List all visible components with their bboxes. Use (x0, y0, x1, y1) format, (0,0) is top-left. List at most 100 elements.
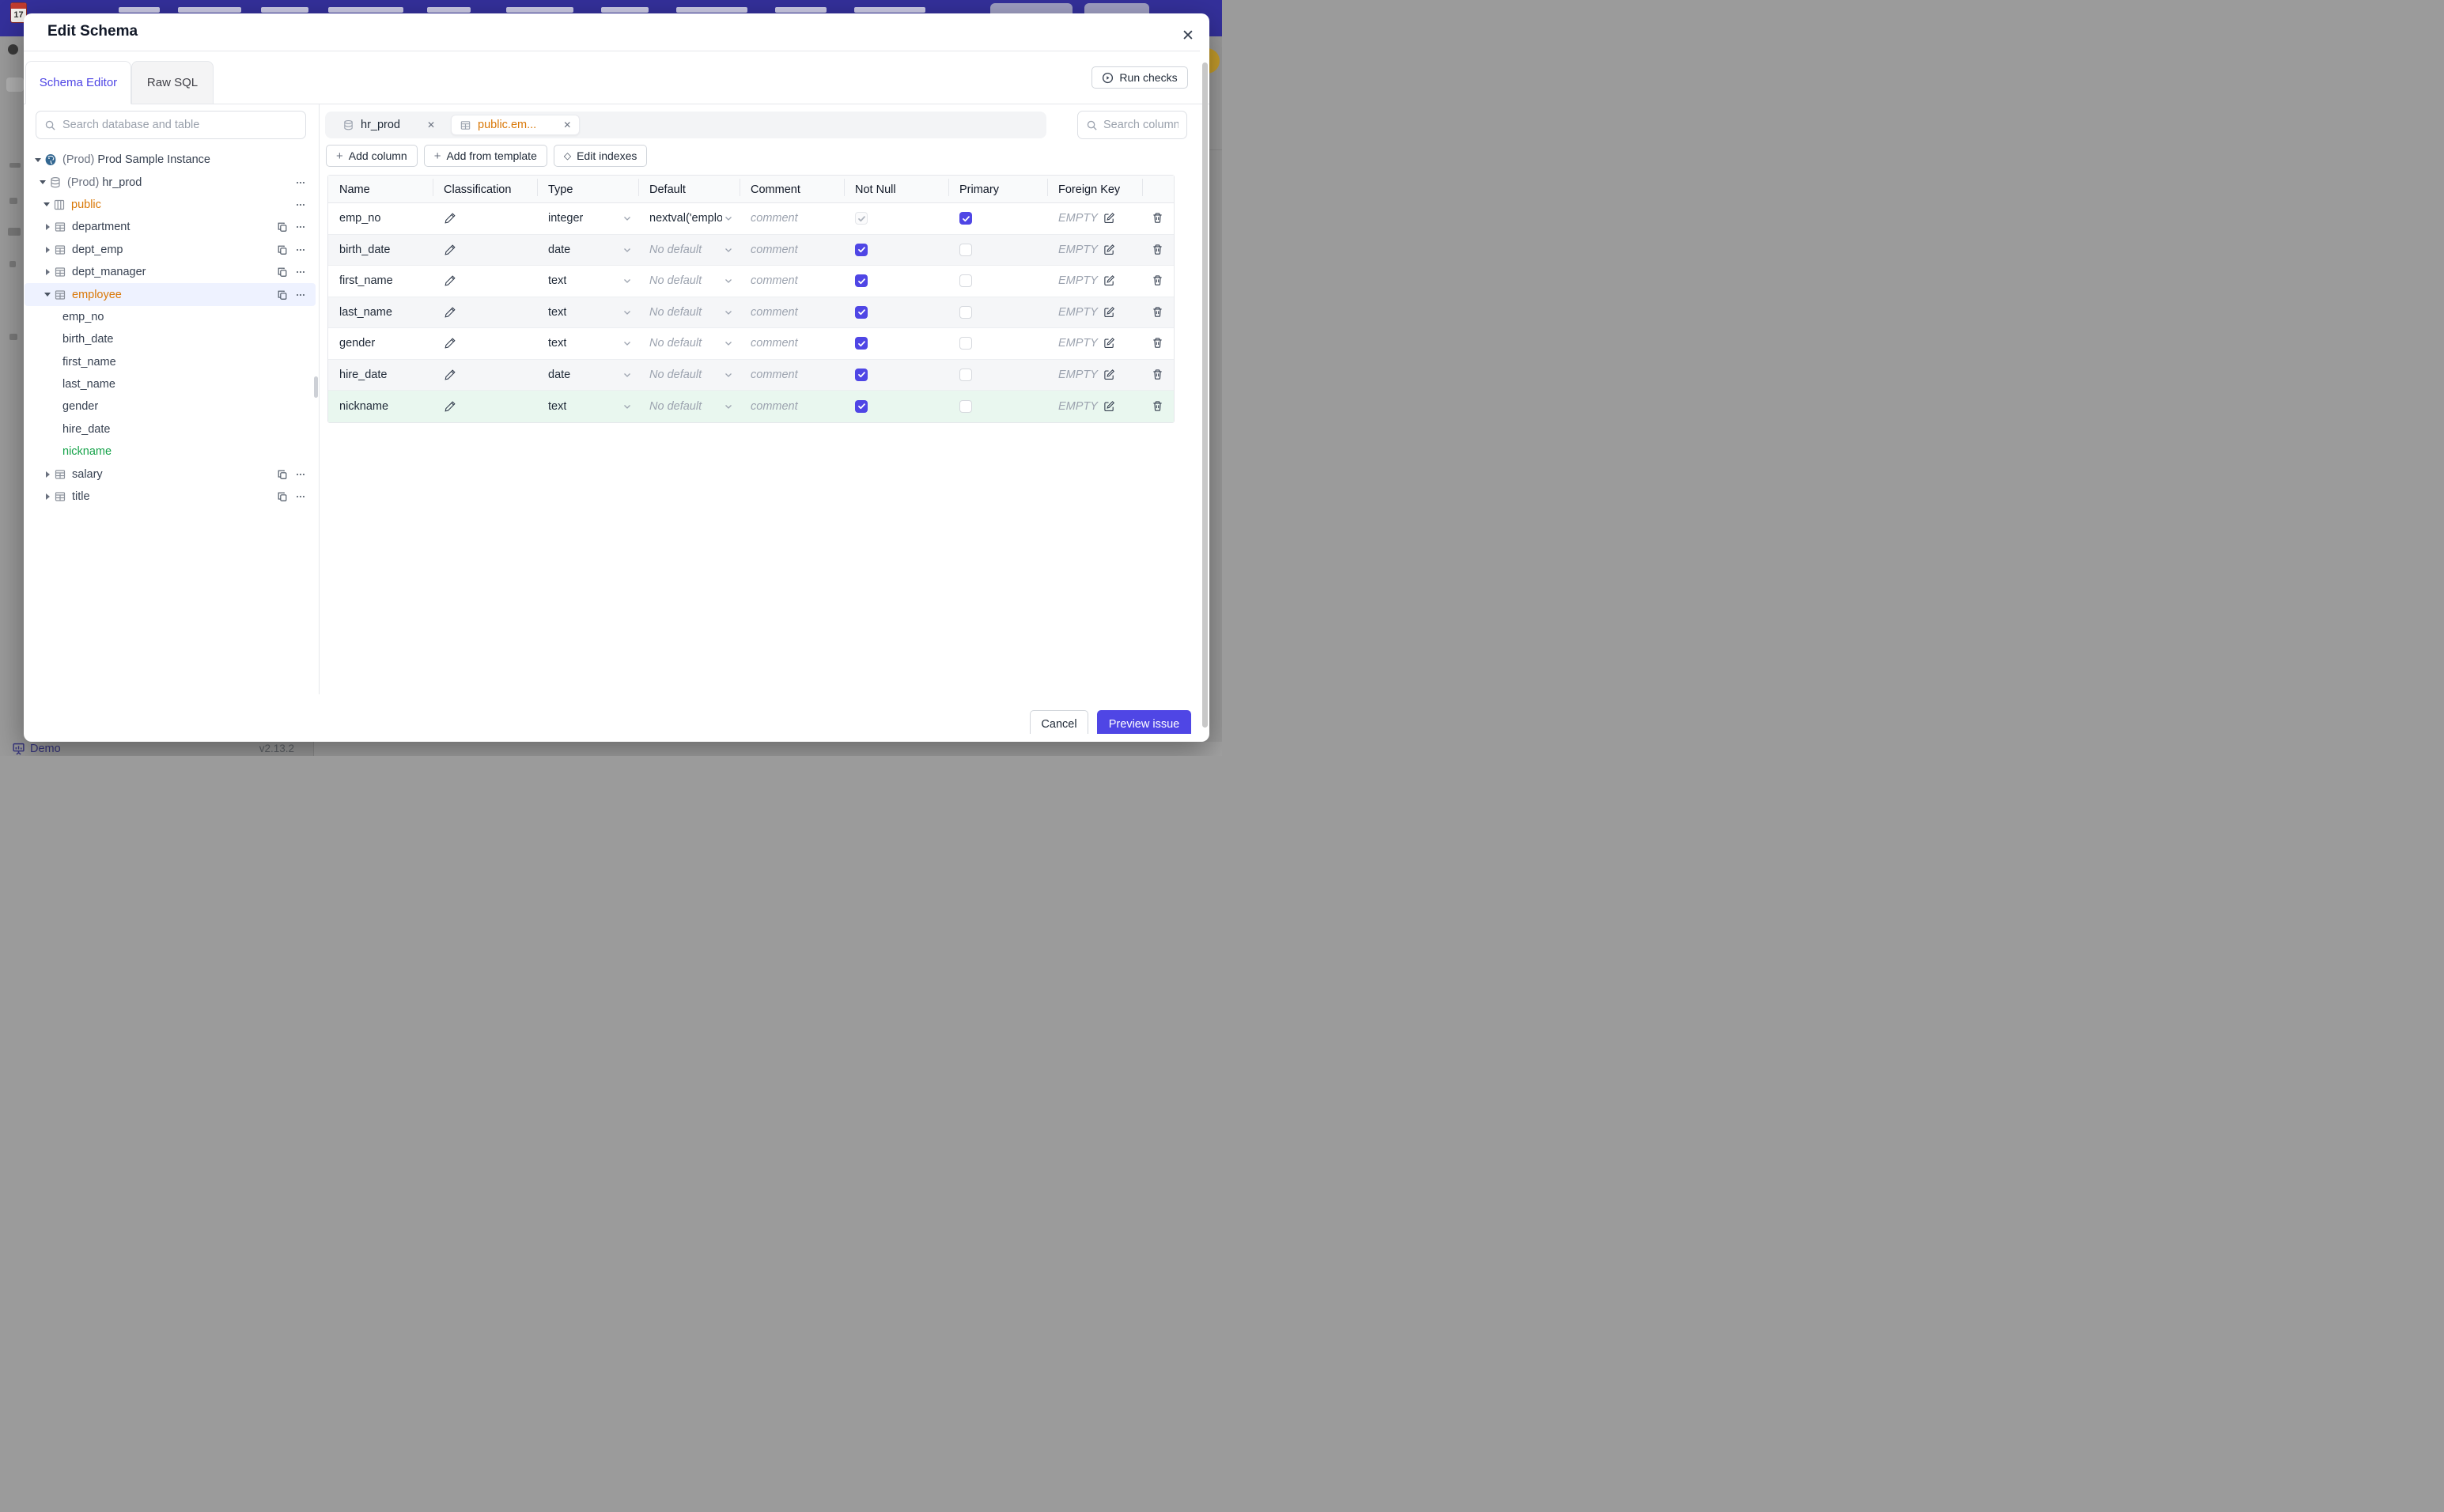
chevron-right-icon[interactable] (42, 471, 53, 478)
column-name-input[interactable]: nickname (339, 400, 388, 413)
comment-input[interactable]: comment (751, 369, 798, 381)
primary-checkbox[interactable] (959, 243, 972, 256)
delete-column-icon[interactable] (1152, 274, 1164, 287)
classification-edit-icon[interactable] (444, 244, 456, 256)
add-from-template-button[interactable]: + Add from template (423, 145, 547, 167)
duplicate-icon[interactable] (277, 221, 288, 232)
column-search-input[interactable]: Search column (1077, 111, 1187, 139)
tree-item-employee[interactable]: employee (25, 283, 316, 306)
tree-column-nickname[interactable]: nickname (25, 440, 316, 463)
foreign-key-edit-icon[interactable] (1103, 274, 1116, 287)
more-options-icon[interactable] (295, 491, 306, 502)
column-name-input[interactable]: first_name (339, 274, 393, 287)
tree-column-birth_date[interactable]: birth_date (25, 328, 316, 350)
foreign-key-edit-icon[interactable] (1103, 212, 1116, 225)
comment-input[interactable]: comment (751, 400, 798, 413)
type-select[interactable]: text (548, 337, 566, 350)
foreign-key-edit-icon[interactable] (1103, 337, 1116, 350)
not-null-checkbox[interactable] (855, 243, 868, 256)
duplicate-icon[interactable] (277, 491, 288, 502)
column-name-input[interactable]: gender (339, 337, 375, 350)
classification-edit-icon[interactable] (444, 212, 456, 225)
type-select[interactable]: date (548, 244, 570, 256)
duplicate-icon[interactable] (277, 266, 288, 278)
more-options-icon[interactable] (295, 469, 306, 480)
delete-column-icon[interactable] (1152, 244, 1164, 256)
delete-column-icon[interactable] (1152, 212, 1164, 225)
chevron-down-icon[interactable] (32, 157, 44, 162)
default-select[interactable]: No default (649, 244, 702, 256)
tree-item-hr_prod[interactable]: (Prod) hr_prod (25, 171, 316, 193)
add-column-button[interactable]: + Add column (326, 145, 418, 167)
classification-edit-icon[interactable] (444, 274, 456, 287)
more-options-icon[interactable] (295, 266, 306, 278)
column-name-input[interactable]: birth_date (339, 244, 391, 256)
chevron-down-icon[interactable] (42, 293, 53, 297)
database-search-input[interactable]: Search database and table (36, 111, 306, 139)
default-select[interactable]: No default (649, 337, 702, 350)
comment-input[interactable]: comment (751, 212, 798, 225)
chevron-down-icon[interactable] (37, 180, 48, 185)
chip-database-hr-prod[interactable]: hr_prod ✕ (335, 115, 443, 135)
primary-checkbox[interactable] (959, 399, 972, 413)
tree-item-salary[interactable]: salary (25, 463, 316, 485)
default-select[interactable]: nextval('employ (649, 212, 722, 225)
comment-input[interactable]: comment (751, 274, 798, 287)
tree-item-title[interactable]: title (25, 486, 316, 508)
column-name-input[interactable]: emp_no (339, 212, 380, 225)
chevron-right-icon[interactable] (42, 224, 53, 231)
foreign-key-edit-icon[interactable] (1103, 244, 1116, 256)
more-options-icon[interactable] (295, 177, 306, 188)
delete-column-icon[interactable] (1152, 400, 1164, 413)
not-null-checkbox[interactable] (855, 337, 868, 350)
tree-column-gender[interactable]: gender (25, 395, 316, 418)
primary-checkbox[interactable] (959, 337, 972, 350)
foreign-key-edit-icon[interactable] (1103, 369, 1116, 381)
more-options-icon[interactable] (295, 199, 306, 210)
column-name-input[interactable]: hire_date (339, 369, 387, 381)
type-select[interactable]: integer (548, 212, 583, 225)
tree-item-prod-sample-instance[interactable]: (Prod) Prod Sample Instance (25, 149, 316, 171)
default-select[interactable]: No default (649, 306, 702, 319)
comment-input[interactable]: comment (751, 337, 798, 350)
tree-item-dept_manager[interactable]: dept_manager (25, 261, 316, 283)
chevron-right-icon[interactable] (42, 493, 53, 501)
edit-indexes-button[interactable]: ◇ Edit indexes (553, 145, 648, 167)
comment-input[interactable]: comment (751, 306, 798, 319)
chevron-down-icon[interactable] (41, 202, 52, 207)
classification-edit-icon[interactable] (444, 337, 456, 350)
tree-column-first_name[interactable]: first_name (25, 351, 316, 373)
close-icon[interactable]: ✕ (563, 119, 571, 130)
more-options-icon[interactable] (295, 244, 306, 255)
more-options-icon[interactable] (295, 289, 306, 301)
foreign-key-edit-icon[interactable] (1103, 400, 1116, 413)
classification-edit-icon[interactable] (444, 306, 456, 319)
default-select[interactable]: No default (649, 369, 702, 381)
foreign-key-edit-icon[interactable] (1103, 306, 1116, 319)
primary-checkbox[interactable] (959, 368, 972, 381)
delete-column-icon[interactable] (1152, 337, 1164, 350)
primary-checkbox[interactable] (959, 212, 972, 225)
type-select[interactable]: date (548, 369, 570, 381)
close-icon[interactable]: ✕ (427, 119, 435, 130)
classification-edit-icon[interactable] (444, 369, 456, 381)
type-select[interactable]: text (548, 274, 566, 287)
tab-schema-editor[interactable]: Schema Editor (25, 61, 131, 104)
tree-item-public[interactable]: public (25, 194, 316, 216)
more-options-icon[interactable] (295, 221, 306, 232)
type-select[interactable]: text (548, 400, 566, 413)
chip-table-public-employee[interactable]: public.em... ✕ (451, 115, 581, 135)
run-checks-button[interactable]: Run checks (1091, 66, 1188, 89)
delete-column-icon[interactable] (1152, 369, 1164, 381)
tree-column-hire_date[interactable]: hire_date (25, 418, 316, 440)
duplicate-icon[interactable] (277, 244, 288, 255)
delete-column-icon[interactable] (1152, 306, 1164, 319)
tree-item-dept_emp[interactable]: dept_emp (25, 239, 316, 261)
tab-raw-sql[interactable]: Raw SQL (131, 61, 214, 104)
chevron-right-icon[interactable] (42, 269, 53, 276)
tree-column-emp_no[interactable]: emp_no (25, 306, 316, 328)
not-null-checkbox[interactable] (855, 274, 868, 288)
duplicate-icon[interactable] (277, 289, 288, 301)
sidebar-scrollbar[interactable] (314, 376, 318, 398)
classification-edit-icon[interactable] (444, 400, 456, 413)
